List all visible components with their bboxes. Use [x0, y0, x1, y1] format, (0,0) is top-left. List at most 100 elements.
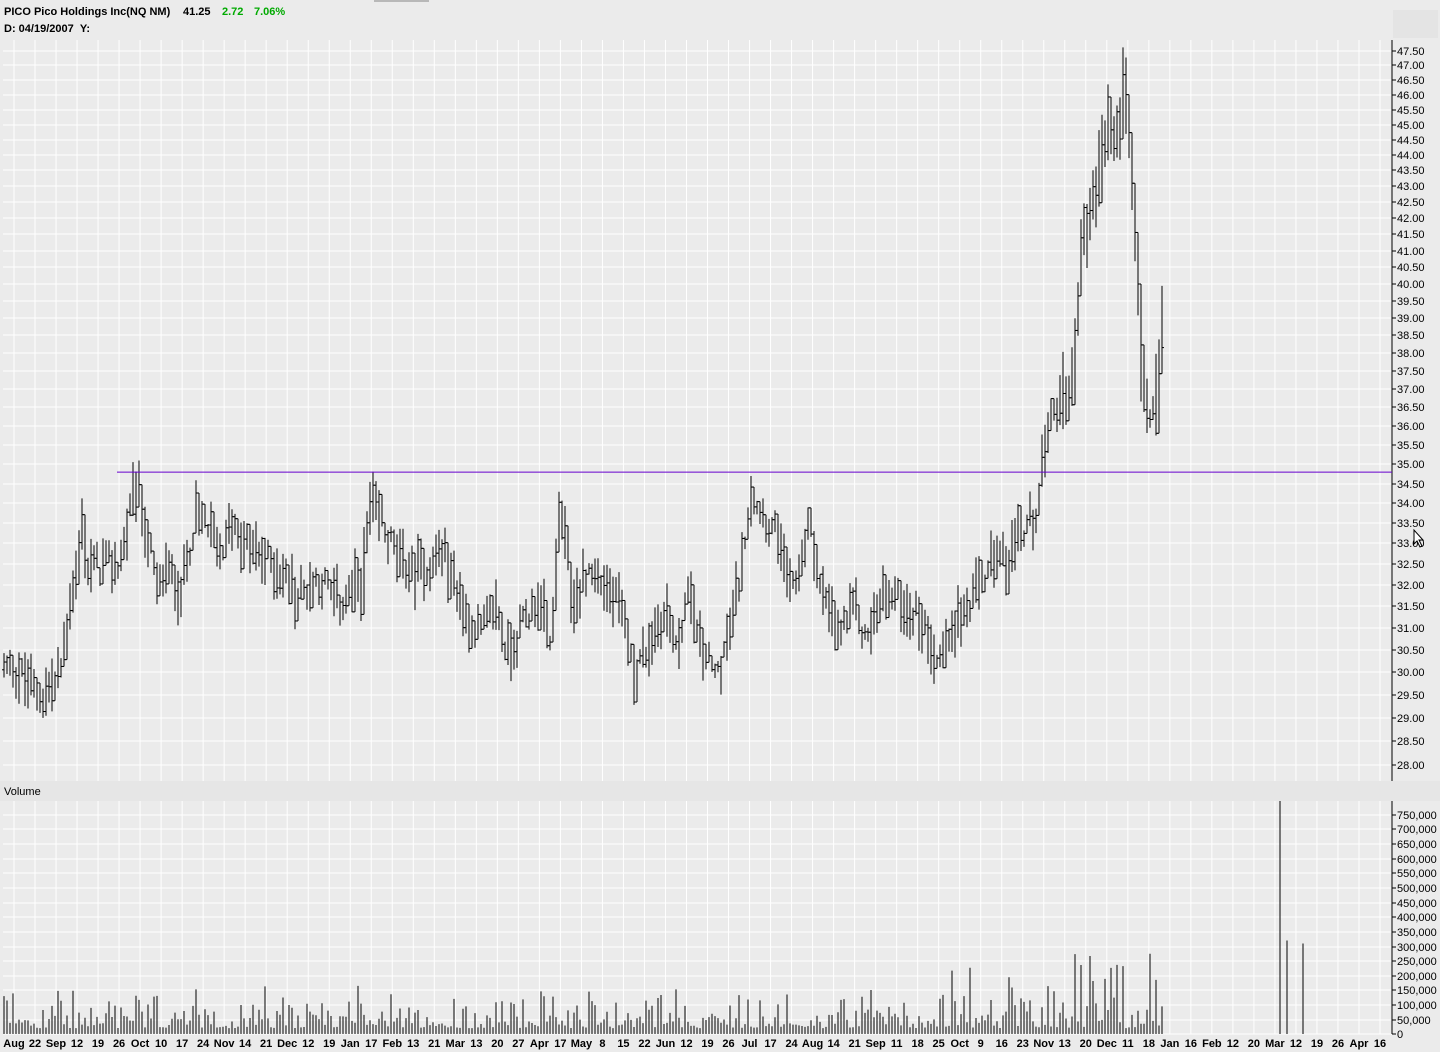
- x-tick-label: 19: [323, 1038, 335, 1050]
- x-tick-label: 16: [996, 1038, 1008, 1050]
- price-tick-label: 43.50: [1397, 165, 1425, 177]
- x-tick-label: 22: [29, 1038, 41, 1050]
- x-tick-label: 19: [701, 1038, 713, 1050]
- volume-tick-label: 200,000: [1397, 971, 1437, 983]
- y-label: Y:: [79, 23, 91, 35]
- x-tick-label: 15: [617, 1038, 629, 1050]
- x-tick-label: 25: [933, 1038, 945, 1050]
- price-tick-label: 47.50: [1397, 46, 1425, 58]
- x-tick-label: 17: [554, 1038, 566, 1050]
- x-tick-label: 12: [71, 1038, 83, 1050]
- price-tick-label: 42.50: [1397, 197, 1425, 209]
- x-tick-label: 19: [1311, 1038, 1323, 1050]
- x-tick-label: 11: [891, 1038, 903, 1050]
- price-tick-label: 35.00: [1397, 459, 1425, 471]
- x-tick-label: 24: [197, 1038, 210, 1050]
- x-tick-label: 22: [638, 1038, 650, 1050]
- price-tick-label: 29.00: [1397, 713, 1425, 725]
- x-tick-label: Aug: [3, 1038, 24, 1050]
- price-change-percent: 7.06%: [254, 6, 286, 18]
- price-tick-label: 37.50: [1397, 366, 1425, 378]
- price-tick-label: 38.50: [1397, 330, 1425, 342]
- price-change: 2.72: [222, 6, 244, 18]
- date-readout: D: 04/19/2007 Y:: [4, 23, 90, 35]
- x-tick-label: 18: [1143, 1038, 1155, 1050]
- volume-tick-label: 100,000: [1397, 1000, 1437, 1012]
- volume-panel: 0 50,000 100,000 150,000 200,000 250,000 300,0…: [0, 781, 1440, 1041]
- x-tick-label: Feb: [1202, 1038, 1222, 1050]
- x-tick-label: Jun: [656, 1038, 676, 1050]
- company-name: Pico Holdings Inc(NQ NM): [33, 6, 171, 18]
- x-tick-label: 20: [1248, 1038, 1260, 1050]
- price-tick-label: 32.50: [1397, 559, 1425, 571]
- x-tick-label: Jan: [341, 1038, 360, 1050]
- price-tick-label: 44.00: [1397, 150, 1425, 162]
- volume-tick-label: 600,000: [1397, 854, 1437, 866]
- volume-tick-label: 700,000: [1397, 824, 1437, 836]
- x-tick-label: May: [571, 1038, 593, 1050]
- volume-tick-label: 250,000: [1397, 956, 1437, 968]
- x-tick-label: Oct: [951, 1038, 970, 1050]
- x-tick-label: Feb: [382, 1038, 402, 1050]
- price-tick-label: 38.00: [1397, 348, 1425, 360]
- stock-chart: 28.00 28.50 29.00 29.50 30.00 30.50 31.00 31.50…: [0, 40, 1440, 1050]
- price-tick-label: 46.00: [1397, 90, 1425, 102]
- x-tick-label: 27: [512, 1038, 524, 1050]
- x-tick-label: 21: [848, 1038, 860, 1050]
- x-tick-label: Nov: [214, 1038, 236, 1050]
- x-tick-label: 12: [302, 1038, 314, 1050]
- x-tick-label: 21: [260, 1038, 272, 1050]
- volume-tick-label: 550,000: [1397, 868, 1437, 880]
- ticker-title: PICO Pico Holdings Inc(NQ NM): [4, 6, 170, 18]
- x-tick-label: Mar: [446, 1038, 466, 1050]
- x-tick-label: 26: [113, 1038, 125, 1050]
- ticker-symbol: PICO: [4, 6, 31, 18]
- price-tick-label: 39.50: [1397, 296, 1425, 308]
- volume-tick-label: 150,000: [1397, 985, 1437, 997]
- price-tick-label: 34.00: [1397, 498, 1425, 510]
- volume-tick-label: 750,000: [1397, 810, 1437, 822]
- volume-tick-label: 400,000: [1397, 912, 1437, 924]
- volume-tick-label: 0: [1397, 1029, 1403, 1041]
- price-tick-label: 45.00: [1397, 120, 1425, 132]
- volume-tick-label: 650,000: [1397, 839, 1437, 851]
- x-tick-label: Jul: [742, 1038, 758, 1050]
- x-tick-label: 13: [1059, 1038, 1071, 1050]
- price-tick-label: 36.00: [1397, 421, 1425, 433]
- price-tick-label: 36.50: [1397, 402, 1425, 414]
- x-tick-label: 16: [1185, 1038, 1197, 1050]
- x-tick-label: 17: [365, 1038, 377, 1050]
- x-tick-label: 24: [785, 1038, 798, 1050]
- x-tick-label: Apr: [1350, 1038, 1370, 1050]
- price-tick-label: 45.50: [1397, 105, 1425, 117]
- x-tick-label: 23: [1017, 1038, 1029, 1050]
- price-plot-area: [3, 40, 1392, 781]
- x-tick-label: 8: [599, 1038, 605, 1050]
- price-tick-label: 37.00: [1397, 384, 1425, 396]
- x-tick-label: 12: [680, 1038, 692, 1050]
- price-tick-label: 34.50: [1397, 479, 1425, 491]
- x-tick-label: 12: [1227, 1038, 1239, 1050]
- price-tick-label: 41.50: [1397, 229, 1425, 241]
- x-tick-label: 13: [470, 1038, 482, 1050]
- x-tick-label: Apr: [530, 1038, 550, 1050]
- price-tick-label: 33.50: [1397, 518, 1425, 530]
- date-label: D: 04/19/2007: [4, 23, 74, 35]
- x-tick-label: 19: [92, 1038, 104, 1050]
- x-tick-label: 10: [155, 1038, 167, 1050]
- x-axis: Aug 22 Sep 12 19 26 Oct 10 17 24 Nov 14 21 Dec 12 19 Jan…: [3, 1038, 1386, 1050]
- price-tick-label: 29.50: [1397, 690, 1425, 702]
- x-tick-label: 20: [1080, 1038, 1092, 1050]
- x-tick-label: 17: [764, 1038, 776, 1050]
- x-tick-label: 11: [1122, 1038, 1134, 1050]
- x-tick-label: 16: [1374, 1038, 1386, 1050]
- volume-tick-label: 500,000: [1397, 883, 1437, 895]
- x-tick-label: 14: [239, 1038, 252, 1050]
- price-tick-label: 44.50: [1397, 135, 1425, 147]
- x-tick-label: 26: [722, 1038, 734, 1050]
- x-tick-label: Dec: [1097, 1038, 1117, 1050]
- volume-tick-label: 50,000: [1397, 1015, 1431, 1027]
- x-tick-label: 20: [491, 1038, 503, 1050]
- price-tick-label: 42.00: [1397, 213, 1425, 225]
- price-tick-label: 47.00: [1397, 60, 1425, 72]
